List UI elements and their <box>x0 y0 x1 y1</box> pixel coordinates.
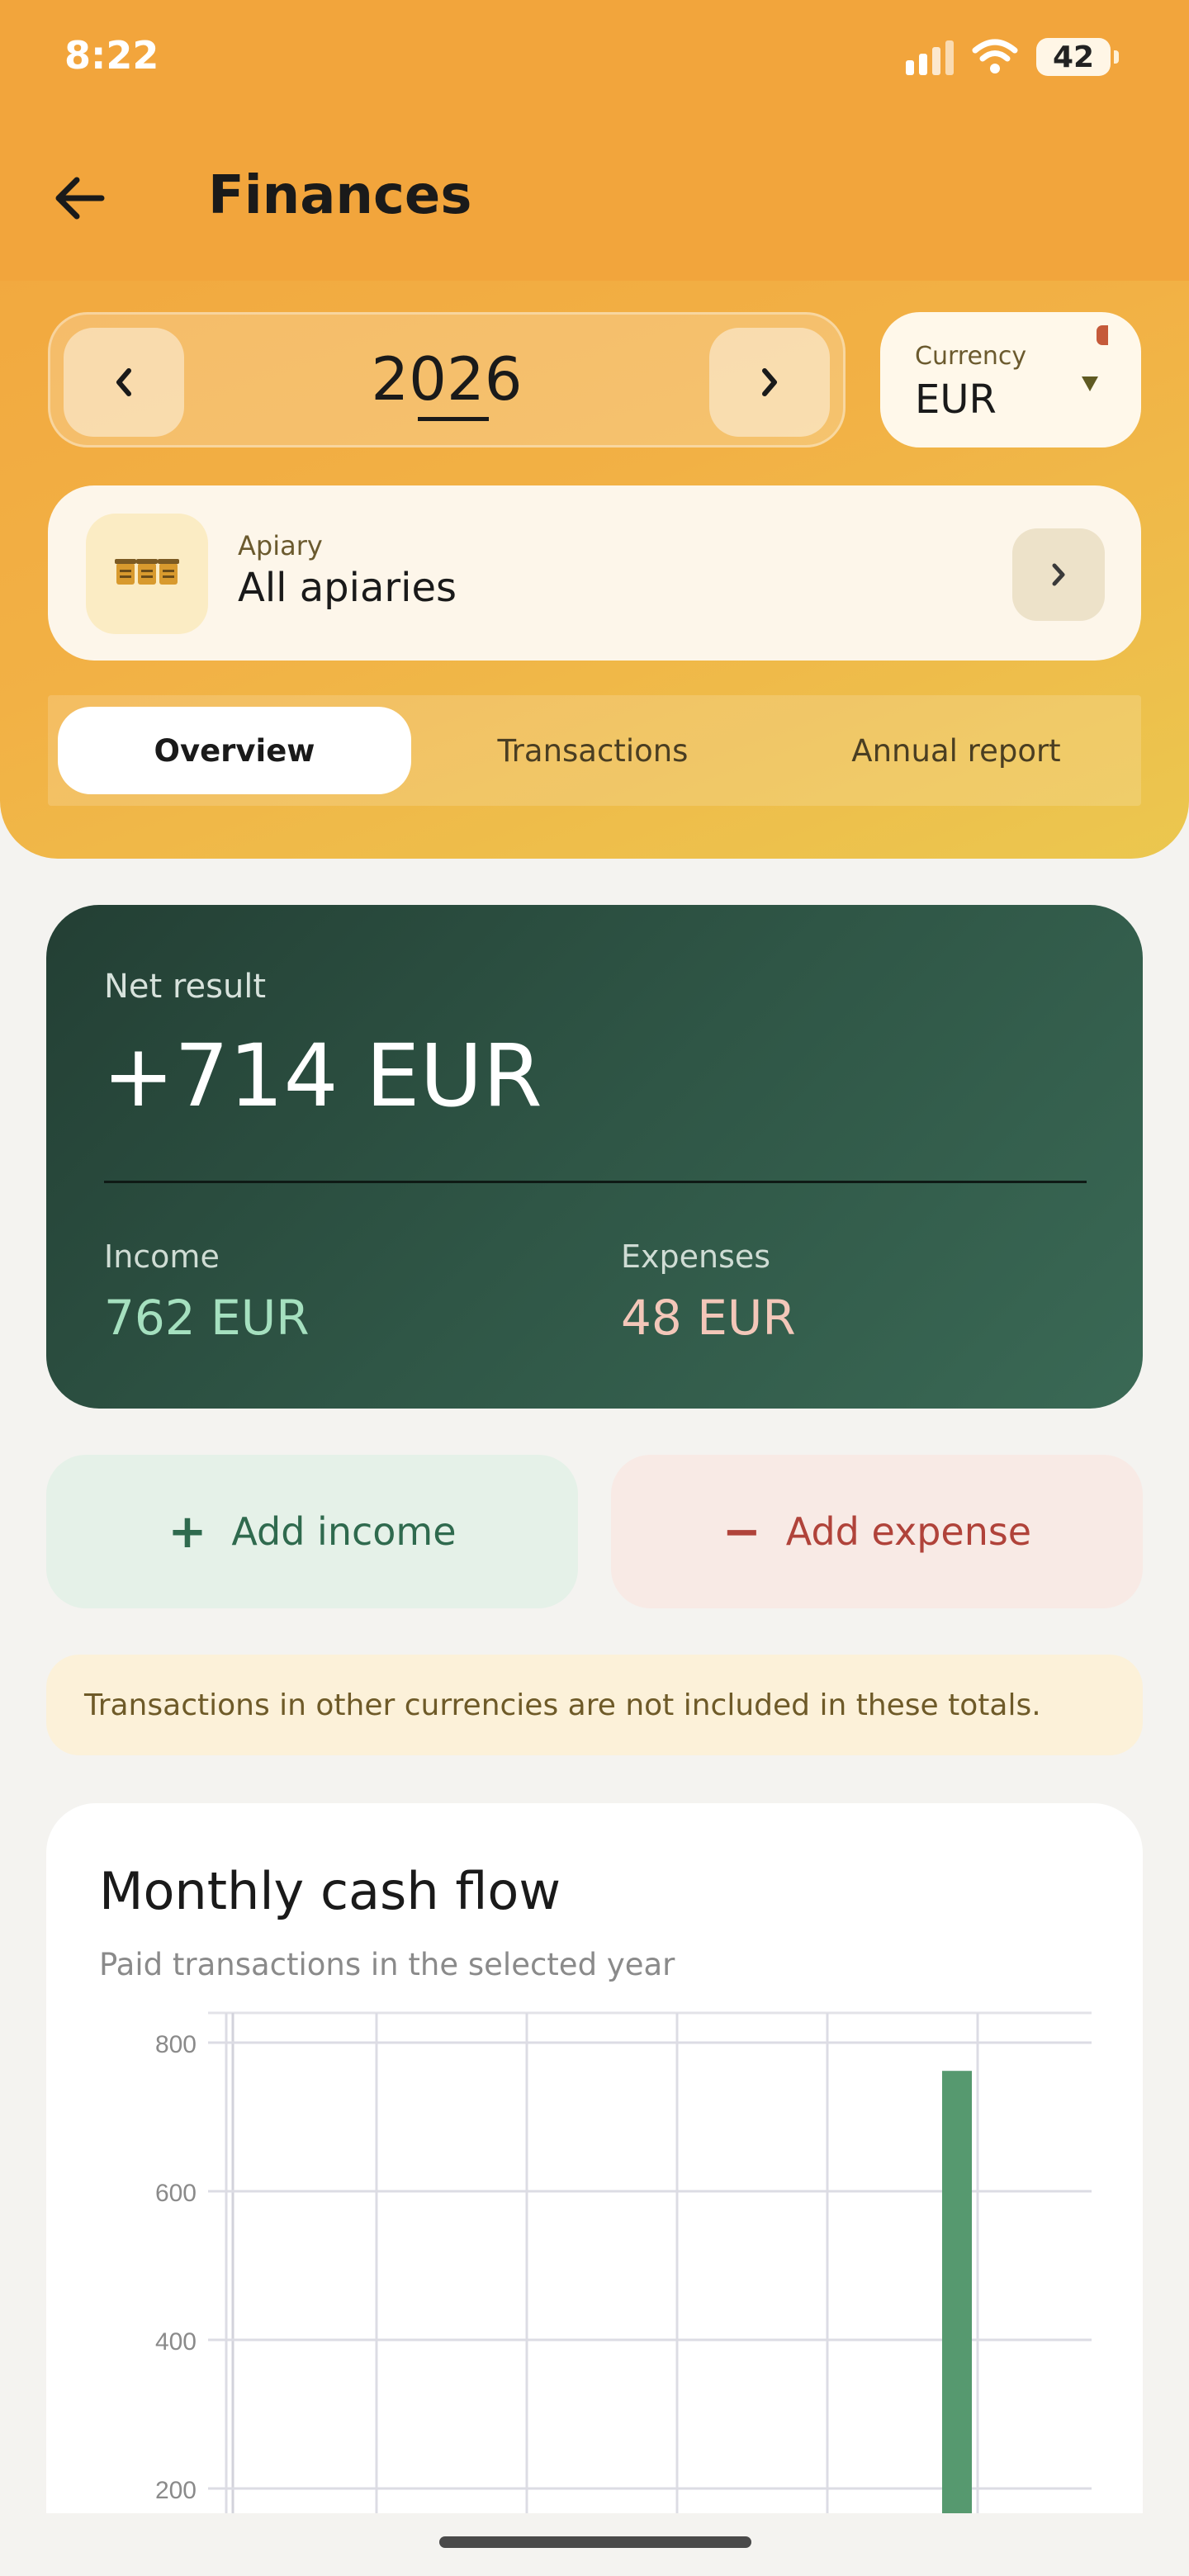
y-tick-label: 200 <box>155 2477 197 2504</box>
currency-select[interactable]: Currency EUR <box>880 312 1141 447</box>
expenses-value: 48 EUR <box>621 1290 796 1346</box>
currency-notice: Transactions in other currencies are not… <box>46 1655 1143 1755</box>
add-expense-button[interactable]: − Add expense <box>611 1455 1143 1608</box>
tab-transactions[interactable]: Transactions <box>411 707 775 794</box>
chart-bar <box>942 2071 972 2513</box>
apiary-open-button[interactable] <box>1012 528 1105 621</box>
plus-icon: + <box>168 1504 207 1559</box>
currency-label: Currency <box>915 342 1027 371</box>
monthly-cash-flow-card: Monthly cash flow Paid transactions in t… <box>46 1803 1143 2513</box>
y-tick-label: 800 <box>155 2031 197 2058</box>
cash-flow-chart: 200 400 600 800 <box>155 2011 1092 2513</box>
year-underline <box>418 417 489 421</box>
wifi-icon <box>972 39 1018 73</box>
dropdown-caret-icon <box>1082 376 1098 391</box>
tab-overview[interactable]: Overview <box>58 707 411 794</box>
currency-value: EUR <box>915 376 997 423</box>
status-icons: 42 <box>906 38 1119 76</box>
add-expense-label: Add expense <box>785 1509 1032 1554</box>
back-button[interactable] <box>41 161 116 235</box>
year-selector: 2026 <box>48 312 846 447</box>
divider <box>104 1181 1087 1183</box>
add-income-button[interactable]: + Add income <box>46 1455 578 1608</box>
next-year-button[interactable] <box>709 328 830 437</box>
net-result-label: Net result <box>104 968 267 1006</box>
income-label: Income <box>104 1238 220 1275</box>
beehive-icon <box>86 514 208 634</box>
status-time: 8:22 <box>64 33 159 78</box>
apiary-value: All apiaries <box>238 565 457 611</box>
apiary-label: Apiary <box>238 530 323 561</box>
arrow-left-icon <box>55 177 105 220</box>
chevron-right-icon <box>1052 563 1065 586</box>
net-result-value: +714 EUR <box>102 1025 542 1126</box>
y-tick-label: 400 <box>155 2328 197 2356</box>
currency-indicator <box>1097 325 1108 345</box>
add-income-label: Add income <box>231 1509 457 1554</box>
minus-icon: − <box>722 1504 761 1559</box>
expenses-label: Expenses <box>621 1238 771 1275</box>
apiary-selector[interactable]: Apiary All apiaries <box>48 485 1141 661</box>
home-indicator[interactable] <box>439 2536 751 2548</box>
tab-annual-report[interactable]: Annual report <box>775 707 1138 794</box>
signal-icon <box>906 39 954 75</box>
chevron-right-icon <box>762 368 777 396</box>
tab-bar: Overview Transactions Annual report <box>48 695 1141 806</box>
net-result-card: Net result +714 EUR Income 762 EUR Expen… <box>46 905 1143 1409</box>
page-title: Finances <box>208 165 472 226</box>
income-value: 762 EUR <box>104 1290 310 1346</box>
battery-icon: 42 <box>1036 38 1119 76</box>
y-tick-label: 600 <box>155 2180 197 2207</box>
